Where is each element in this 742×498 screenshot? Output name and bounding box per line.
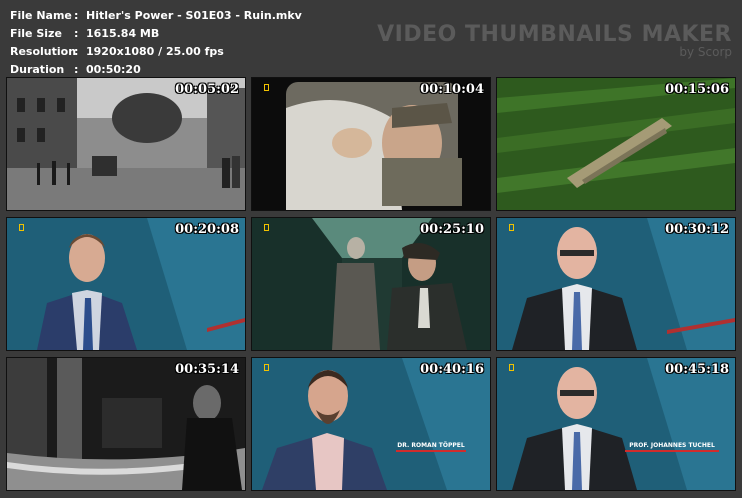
caption-name: PROF. JOHANNES TUCHEL — [629, 442, 715, 449]
thumbnail[interactable]: 00:30:12 — [496, 217, 736, 351]
thumbnail[interactable]: 00:35:14 — [6, 357, 246, 491]
thumbnail-timestamp: 00:25:10 — [420, 222, 484, 237]
thumbnail-timestamp: 00:15:06 — [665, 82, 729, 97]
thumbnail-timestamp: 00:35:14 — [175, 362, 239, 377]
interview-tuchel-image — [497, 358, 735, 490]
natgeo-logo-icon — [509, 224, 514, 231]
natgeo-logo-icon — [19, 224, 24, 231]
thumbnail-timestamp: 00:20:08 — [175, 222, 239, 237]
archive-footage-image — [7, 358, 245, 490]
thumbnail-timestamp: 00:40:16 — [420, 362, 484, 377]
thumbnail[interactable]: DR. ROMAN TÖPPEL 00:40:16 — [251, 357, 491, 491]
aerial-forest-image — [497, 78, 735, 210]
corridor-scene-image — [252, 218, 490, 350]
caption-name: DR. ROMAN TÖPPEL — [397, 442, 465, 449]
interview-toppel-image — [252, 358, 490, 490]
thumbnail[interactable]: PROF. JOHANNES TUCHEL 00:45:18 — [496, 357, 736, 491]
natgeo-logo-icon — [264, 224, 269, 231]
thumbnail[interactable]: 00:20:08 — [6, 217, 246, 351]
thumbnail-timestamp: 00:45:18 — [665, 362, 729, 377]
lower-third-caption: DR. ROMAN TÖPPEL — [388, 442, 474, 456]
embrace-scene-image — [252, 78, 490, 210]
thumbnail[interactable]: 00:05:02 — [6, 77, 246, 211]
natgeo-logo-icon — [264, 364, 269, 371]
caption-role-line — [625, 450, 719, 452]
caption-role-line — [396, 450, 466, 452]
thumbnail-timestamp: 00:30:12 — [665, 222, 729, 237]
natgeo-logo-icon — [264, 84, 269, 91]
thumbnail-timestamp: 00:05:02 — [175, 82, 239, 97]
natgeo-logo-icon — [509, 364, 514, 371]
street-scene-image — [7, 78, 245, 210]
thumbnail[interactable]: 00:25:10 — [251, 217, 491, 351]
thumbnail-timestamp: 00:10:04 — [420, 82, 484, 97]
interview-man-image — [7, 218, 245, 350]
thumbnail-grid: 00:05:02 00:10:04 00:15:06 00:20:08 00:2… — [0, 0, 742, 498]
interview-bald-man-image — [497, 218, 735, 350]
thumbnail[interactable]: 00:10:04 — [251, 77, 491, 211]
thumbnail[interactable]: 00:15:06 — [496, 77, 736, 211]
lower-third-caption: PROF. JOHANNES TUCHEL — [617, 442, 727, 456]
